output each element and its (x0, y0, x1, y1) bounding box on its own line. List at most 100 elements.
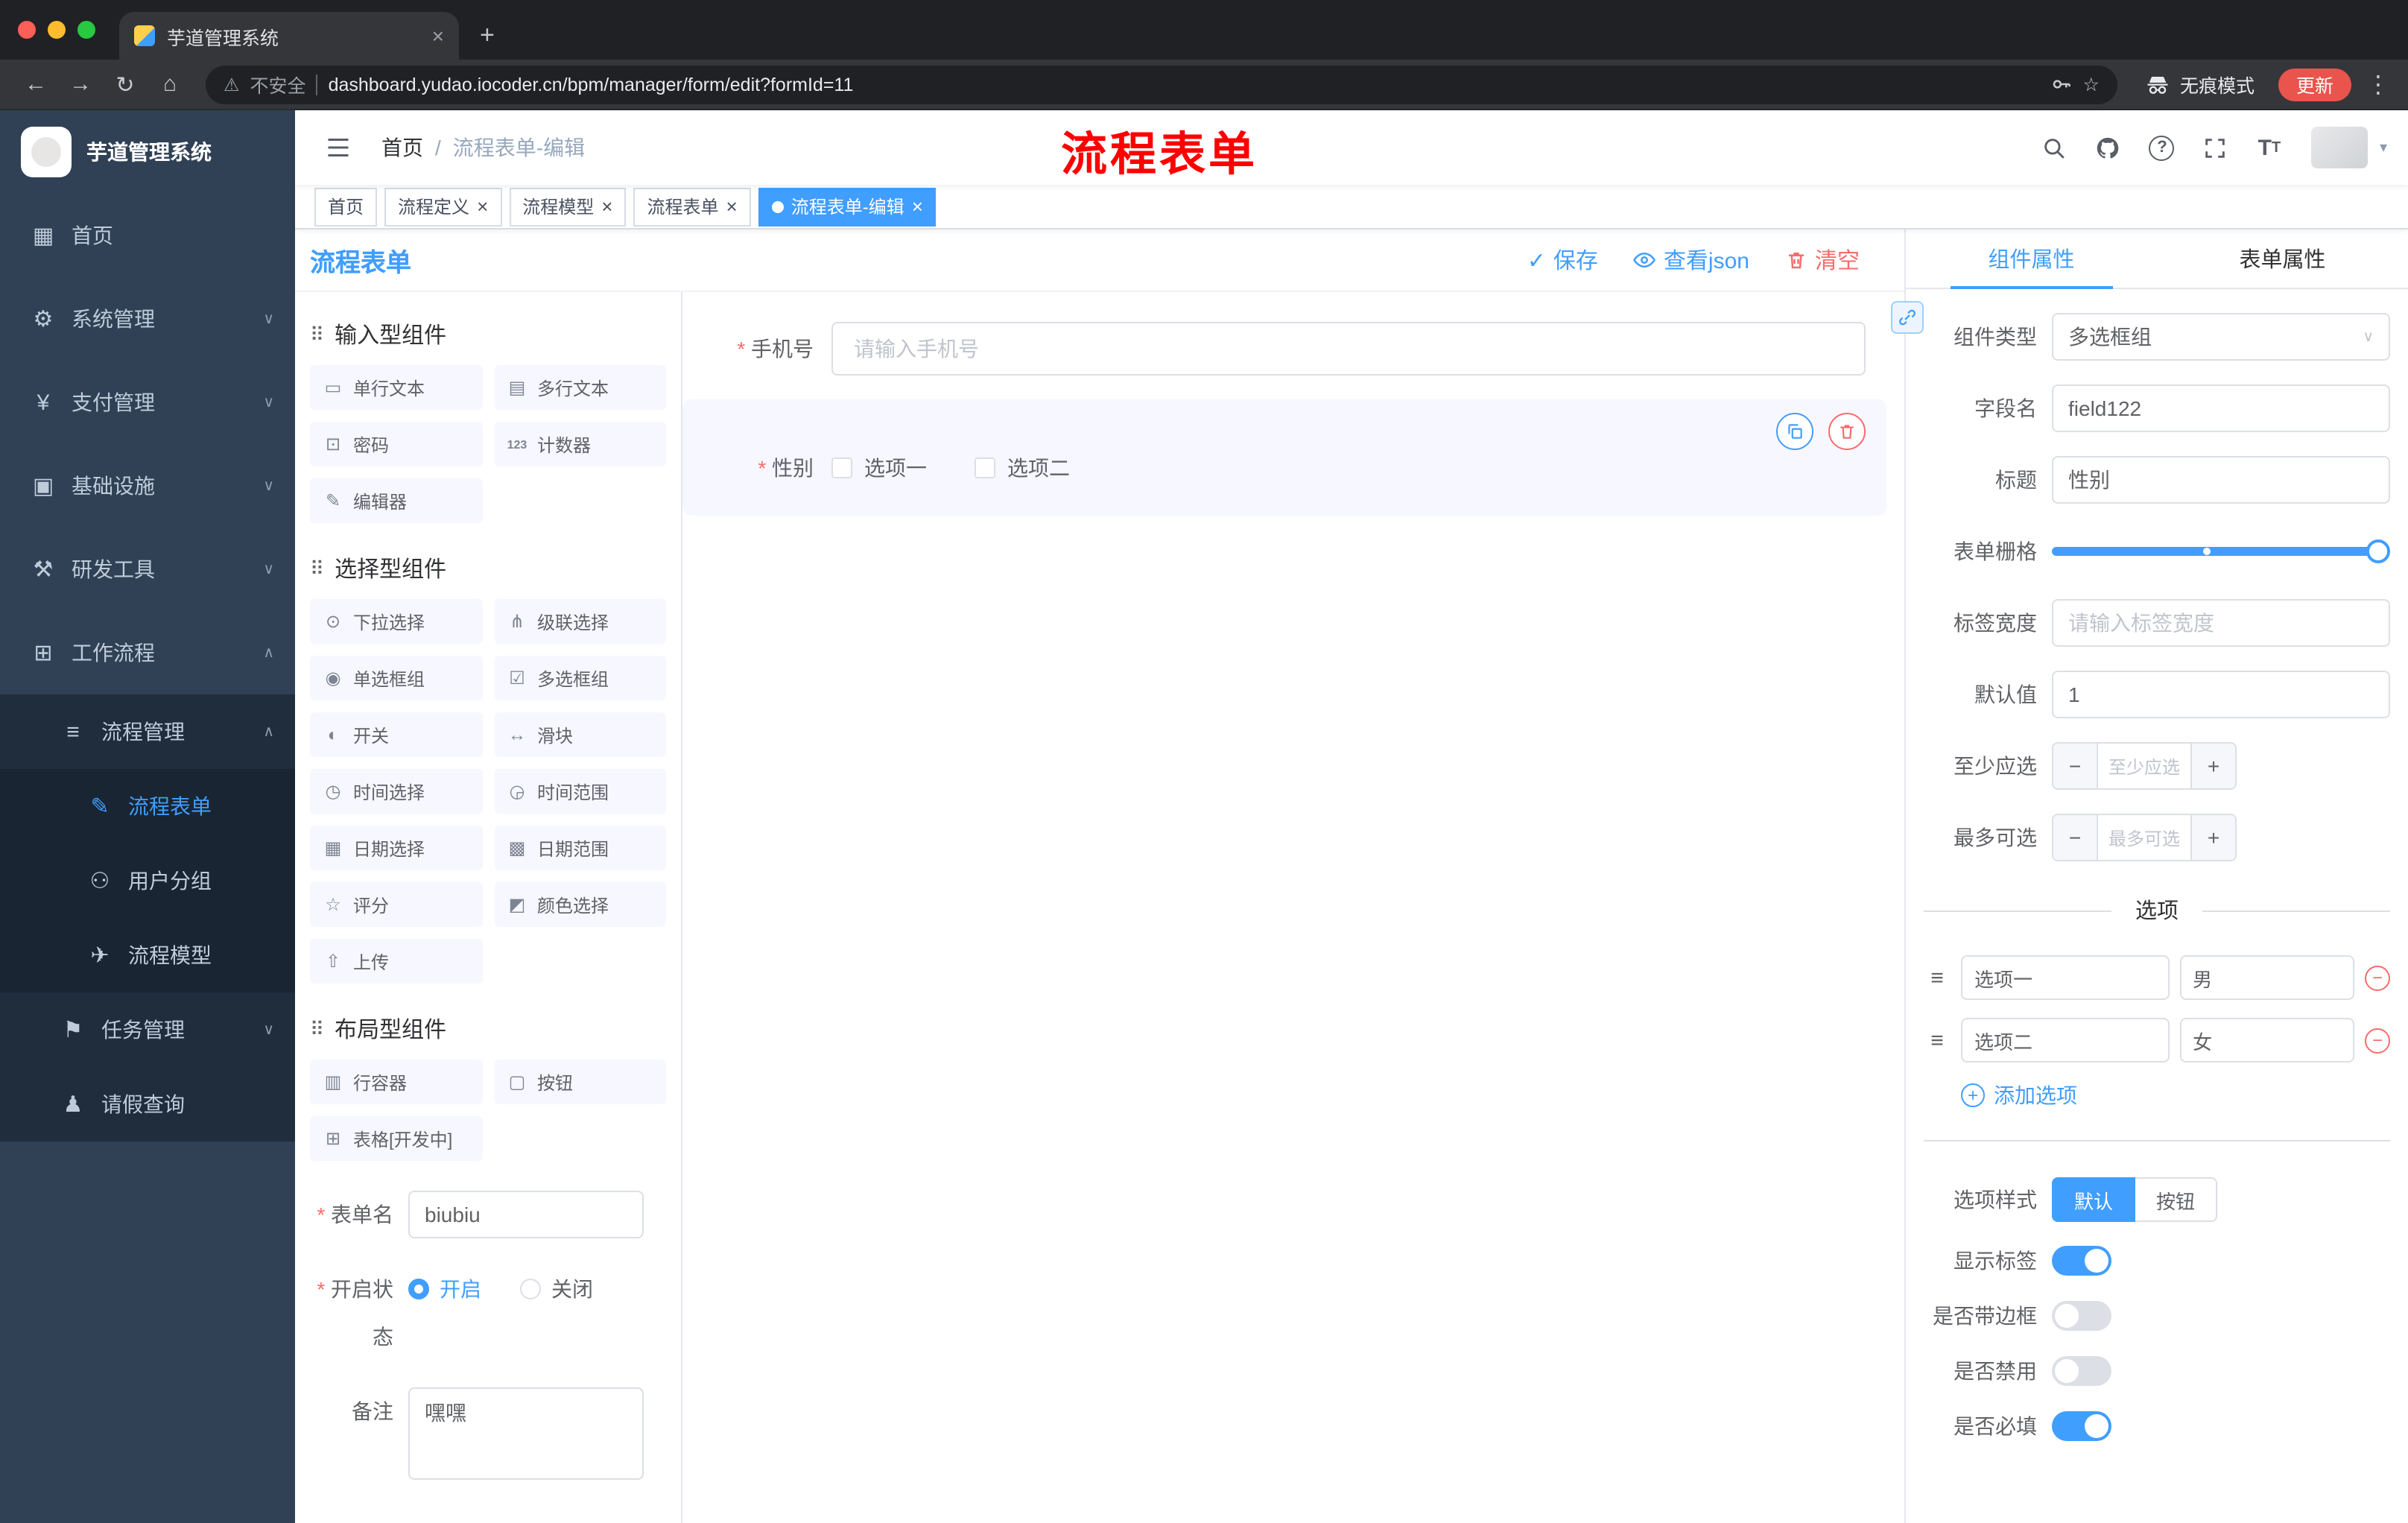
component-item-radio-group[interactable]: ◉ 单选框组 (310, 656, 482, 700)
sidebar-item-process-model[interactable]: ✈ 流程模型 (0, 918, 295, 992)
sidebar-item-infrastructure[interactable]: ▣ 基础设施 ∨ (0, 444, 295, 528)
form-name-input[interactable] (408, 1191, 644, 1238)
component-item-date-picker[interactable]: ▦ 日期选择 (310, 826, 482, 870)
option-value-input[interactable] (2179, 1018, 2354, 1063)
slider-handle[interactable] (2366, 539, 2390, 563)
key-icon[interactable] (2050, 73, 2073, 95)
font-size-icon[interactable]: TT (2246, 122, 2293, 173)
view-json-button[interactable]: 查看json (1634, 244, 1749, 276)
tag-process-model[interactable]: 流程模型 × (509, 187, 627, 226)
bookmark-star-icon[interactable]: ☆ (2083, 73, 2100, 95)
label-width-input[interactable] (2052, 599, 2390, 647)
new-tab-button[interactable]: + (480, 21, 495, 51)
update-button[interactable]: 更新 (2278, 68, 2351, 101)
sidebar-item-devtools[interactable]: ⚒ 研发工具 ∨ (0, 528, 295, 611)
close-icon[interactable]: × (726, 197, 738, 216)
tab-component-props[interactable]: 组件属性 (1906, 229, 2157, 289)
remove-option-button[interactable]: − (2365, 1028, 2390, 1053)
close-icon[interactable]: × (601, 197, 612, 216)
tab-form-props[interactable]: 表单属性 (2157, 229, 2408, 288)
option-style-default[interactable]: 默认 (2052, 1177, 2136, 1222)
browser-menu-icon[interactable]: ⋮ (2363, 69, 2393, 99)
fullscreen-icon[interactable] (2192, 122, 2240, 173)
component-item-button[interactable]: ▢ 按钮 (494, 1060, 666, 1104)
component-item-editor[interactable]: ✎ 编辑器 (310, 478, 482, 523)
gender-option1-checkbox[interactable]: 选项一 (831, 453, 927, 483)
delete-component-button[interactable] (1828, 413, 1866, 450)
sidebar-item-process-management[interactable]: ≡ 流程管理 ∧ (0, 694, 295, 769)
min-select-stepper[interactable]: − 至少应选 + (2052, 742, 2237, 790)
remark-textarea[interactable]: 嘿嘿 (408, 1387, 644, 1480)
component-item-slider[interactable]: ↔ 滑块 (494, 712, 666, 757)
component-type-select[interactable]: 多选框组 ∨ (2052, 313, 2390, 361)
increase-button[interactable]: + (2190, 744, 2235, 788)
window-close-button[interactable] (18, 21, 36, 39)
sidebar-item-home[interactable]: ▦ 首页 (0, 194, 295, 277)
status-on-radio[interactable]: 开启 (408, 1274, 481, 1304)
sidebar-item-leave-query[interactable]: ♟ 请假查询 (0, 1067, 295, 1142)
breadcrumb-home[interactable]: 首页 (381, 133, 423, 162)
save-button[interactable]: ✓ 保存 (1527, 244, 1598, 276)
show-label-switch[interactable] (2052, 1246, 2111, 1276)
close-icon[interactable]: × (912, 197, 923, 216)
option-label-input[interactable] (1961, 955, 2170, 1000)
window-zoom-button[interactable] (77, 21, 95, 39)
component-item-date-range[interactable]: ▩ 日期范围 (494, 826, 666, 870)
gender-option2-checkbox[interactable]: 选项二 (975, 453, 1070, 483)
component-item-switch[interactable]: ◐ 开关 (310, 712, 482, 757)
option-label-input[interactable] (1961, 1018, 2170, 1063)
address-bar[interactable]: ⚠ 不安全 dashboard.yudao.iocoder.cn/bpm/man… (206, 65, 2117, 104)
close-icon[interactable]: × (477, 197, 488, 216)
component-item-single-text[interactable]: ▭ 单行文本 (310, 365, 482, 410)
component-item-rate[interactable]: ☆ 评分 (310, 882, 482, 927)
field-name-input[interactable] (2052, 384, 2390, 432)
copy-component-button[interactable] (1776, 413, 1813, 450)
component-item-row-container[interactable]: ▥ 行容器 (310, 1060, 482, 1104)
clear-button[interactable]: 清空 (1785, 244, 1860, 276)
hamburger-icon[interactable] (316, 134, 361, 161)
border-switch[interactable] (2052, 1301, 2111, 1331)
sidebar-item-user-group[interactable]: ⚇ 用户分组 (0, 843, 295, 918)
option-value-input[interactable] (2179, 955, 2354, 1000)
option-drag-icon[interactable]: ≡ (1924, 965, 1951, 990)
reload-icon[interactable]: ↻ (104, 65, 146, 104)
gender-field-selected[interactable]: 性别 选项一 选项二 (682, 399, 1886, 516)
component-item-color-picker[interactable]: ◩ 颜色选择 (494, 882, 666, 927)
form-canvas[interactable]: 手机号 (682, 292, 1904, 1523)
component-item-counter[interactable]: 123 计数器 (494, 422, 666, 466)
component-item-time-picker[interactable]: ◷ 时间选择 (310, 769, 482, 814)
sidebar-item-process-form[interactable]: ✎ 流程表单 (0, 769, 295, 843)
component-item-multi-text[interactable]: ▤ 多行文本 (494, 365, 666, 410)
tag-process-form[interactable]: 流程表单 × (633, 187, 751, 226)
grid-slider[interactable] (2052, 528, 2390, 575)
decrease-button[interactable]: − (2053, 815, 2098, 860)
add-option-button[interactable]: + 添加选项 (1961, 1080, 2390, 1110)
option-style-button[interactable]: 按钮 (2135, 1177, 2218, 1222)
sidebar-item-workflow[interactable]: ⊞ 工作流程 ∧ (0, 611, 295, 694)
search-icon[interactable] (2031, 122, 2079, 173)
back-icon[interactable]: ← (15, 65, 57, 104)
increase-button[interactable]: + (2190, 815, 2235, 860)
tag-home[interactable]: 首页 (314, 187, 378, 226)
option-drag-icon[interactable]: ≡ (1924, 1028, 1951, 1053)
browser-tab[interactable]: 芋道管理系统 × (119, 12, 459, 60)
window-minimize-button[interactable] (48, 21, 66, 39)
help-icon[interactable]: ? (2138, 122, 2186, 173)
title-input[interactable] (2052, 456, 2390, 504)
component-item-password[interactable]: ⊡ 密码 (310, 422, 482, 466)
phone-input[interactable] (831, 322, 1866, 376)
home-icon-browser[interactable]: ⌂ (149, 65, 191, 104)
disabled-switch[interactable] (2052, 1356, 2111, 1386)
tag-process-definition[interactable]: 流程定义 × (384, 187, 502, 226)
tag-process-form-edit[interactable]: 流程表单-编辑 × (758, 187, 937, 226)
github-icon[interactable] (2085, 122, 2132, 173)
component-item-checkbox-group[interactable]: ☑ 多选框组 (494, 656, 666, 700)
forward-icon[interactable]: → (60, 65, 101, 104)
tab-close-icon[interactable]: × (432, 24, 444, 48)
component-item-select[interactable]: ⊙ 下拉选择 (310, 599, 482, 644)
component-item-time-range[interactable]: ◶ 时间范围 (494, 769, 666, 814)
phone-field[interactable]: 手机号 (682, 322, 1866, 376)
remove-option-button[interactable]: − (2365, 965, 2390, 990)
sidebar-item-task-management[interactable]: ⚑ 任务管理 ∨ (0, 992, 295, 1067)
user-avatar[interactable] (2310, 127, 2368, 168)
